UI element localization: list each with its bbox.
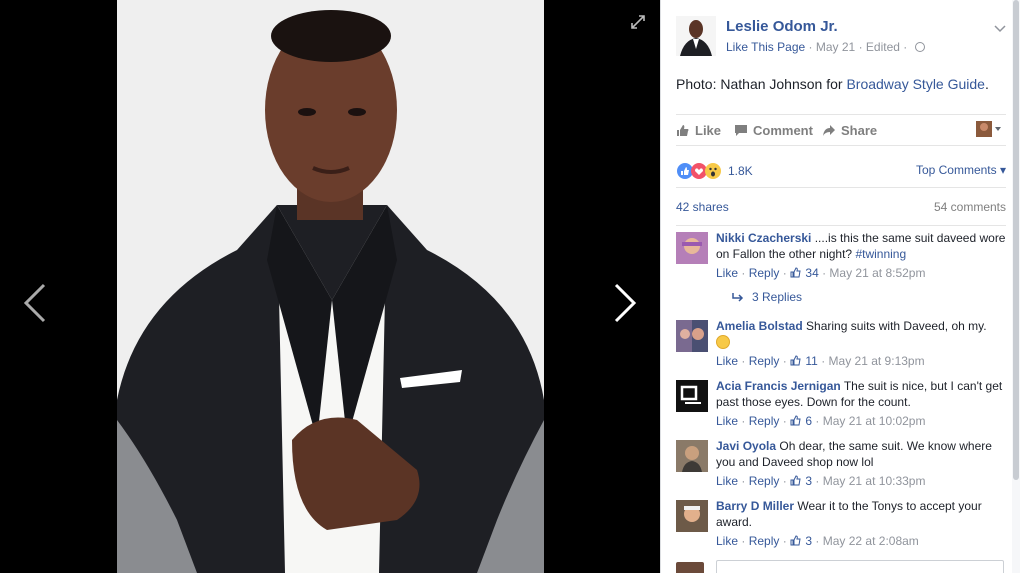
view-replies-link[interactable]: 3 Replies (732, 290, 802, 304)
comment-text: Nikki Czacherski ....is this the same su… (716, 231, 1006, 261)
comment-like-count[interactable]: 34 (805, 266, 818, 280)
thumbs-up-icon (790, 415, 801, 426)
comment-text: Amelia Bolstad Sharing suits with Daveed… (716, 318, 1006, 350)
commenter-avatar[interactable] (676, 232, 708, 264)
photo-viewer (0, 0, 660, 573)
reaction-icons[interactable] (676, 162, 728, 180)
comment-item: Amelia Bolstad Sharing suits with Daveed… (676, 318, 1006, 372)
comments-count[interactable]: 54 comments (934, 200, 1006, 214)
thumbs-up-icon (790, 355, 801, 366)
comment-like-link[interactable]: Like (716, 266, 738, 280)
comment-timestamp[interactable]: May 21 at 10:02pm (823, 414, 926, 428)
comment-actions: Like · Reply · 11 · May 21 at 9:13pm (716, 354, 925, 368)
fullscreen-expand-icon[interactable] (631, 15, 645, 29)
commenter-avatar[interactable] (676, 320, 708, 352)
comment-timestamp[interactable]: May 21 at 10:33pm (823, 474, 926, 488)
comment-actions: Like · Reply · 3 · May 21 at 10:33pm (716, 474, 926, 488)
thumbs-up-icon (677, 125, 689, 136)
post-caption: Photo: Nathan Johnson for Broadway Style… (676, 76, 989, 92)
comment-actions: Like · Reply · 34 · May 21 at 8:52pm (716, 266, 926, 280)
comment-like-link[interactable]: Like (716, 354, 738, 368)
comment-like-count[interactable]: 11 (805, 354, 817, 368)
comment-item: Javi Oyola Oh dear, the same suit. We kn… (676, 438, 1006, 492)
comment-author[interactable]: Barry D Miller (716, 499, 794, 513)
reply-arrow-icon (732, 293, 744, 302)
panel-scrollbar[interactable] (1012, 0, 1020, 573)
caption-link[interactable]: Broadway Style Guide (846, 76, 985, 92)
shares-comments-row: 42 shares 54 comments (676, 196, 1006, 226)
scrollbar-thumb[interactable] (1013, 0, 1019, 480)
like-button[interactable]: Like (676, 123, 721, 138)
heart-eyes-emoji-icon (716, 335, 730, 349)
comment-actions: Like · Reply · 6 · May 21 at 10:02pm (716, 414, 926, 428)
comment-reply-link[interactable]: Reply (749, 266, 780, 280)
top-comments-dropdown[interactable]: Top Comments ▾ (916, 163, 1006, 177)
commenter-avatar[interactable] (676, 500, 708, 532)
comment-like-count[interactable]: 6 (805, 414, 812, 428)
chevron-down-icon[interactable] (994, 20, 1006, 33)
shares-count[interactable]: 42 shares (676, 200, 729, 214)
commenter-avatar[interactable] (676, 380, 708, 412)
comment-item: Nikki Czacherski ....is this the same su… (676, 230, 1006, 304)
viewer-avatar (676, 562, 704, 573)
comment-like-link[interactable]: Like (716, 474, 738, 488)
comment-text: Acia Francis Jernigan The suit is nice, … (716, 379, 1003, 409)
comment-author[interactable]: Javi Oyola (716, 439, 776, 453)
comment-author[interactable]: Amelia Bolstad (716, 319, 803, 333)
edited-label[interactable]: Edited (866, 40, 900, 54)
wow-reaction-icon (705, 163, 721, 179)
reaction-count[interactable]: 1.8K (728, 164, 753, 178)
comment-actions: Like · Reply · 3 · May 22 at 2:08am (716, 534, 919, 548)
comment-text: Barry D Miller Wear it to the Tonys to a… (716, 499, 982, 529)
previous-photo-arrow-icon[interactable] (22, 283, 48, 323)
comment-reply-link[interactable]: Reply (749, 534, 780, 548)
like-page-link[interactable]: Like This Page (726, 40, 805, 54)
comment-author[interactable]: Acia Francis Jernigan (716, 379, 841, 393)
next-photo-arrow-icon[interactable] (612, 283, 638, 323)
comment-button[interactable]: Comment (734, 123, 813, 138)
post-actions-bar: Like Comment Share (676, 114, 1006, 146)
reactions-row: 1.8K Top Comments ▾ (676, 160, 1006, 188)
comment-like-link[interactable]: Like (716, 414, 738, 428)
comment-item: Acia Francis Jernigan The suit is nice, … (676, 378, 1006, 432)
post-photo[interactable] (117, 0, 544, 573)
commenter-avatar[interactable] (676, 440, 708, 472)
share-button[interactable]: Share (822, 123, 877, 138)
write-comment-input[interactable] (716, 560, 1004, 573)
post-date[interactable]: May 21 (816, 40, 855, 54)
thumbs-up-icon (790, 475, 801, 486)
comment-like-count[interactable]: 3 (805, 474, 812, 488)
comment-author[interactable]: Nikki Czacherski (716, 231, 811, 245)
thumbs-up-icon (790, 535, 801, 546)
comment-item: Barry D Miller Wear it to the Tonys to a… (676, 498, 1006, 552)
share-arrow-icon (823, 125, 835, 136)
post-header: Leslie Odom Jr. Like This Page · May 21 … (676, 14, 1006, 60)
page-name-link[interactable]: Leslie Odom Jr. (726, 18, 838, 35)
hashtag-link[interactable]: #twinning (855, 247, 906, 261)
globe-icon (914, 42, 925, 52)
caret-down-icon (995, 127, 1001, 131)
comment-icon (735, 125, 747, 136)
post-side-panel: Leslie Odom Jr. Like This Page · May 21 … (660, 0, 1020, 573)
comment-like-count[interactable]: 3 (805, 534, 812, 548)
comment-timestamp[interactable]: May 22 at 2:08am (823, 534, 919, 548)
comment-timestamp[interactable]: May 21 at 9:13pm (829, 354, 925, 368)
comment-reply-link[interactable]: Reply (749, 474, 780, 488)
thumbs-up-icon (790, 267, 801, 278)
comment-composer (676, 560, 1006, 573)
page-avatar[interactable] (676, 16, 716, 56)
comment-reply-link[interactable]: Reply (749, 354, 780, 368)
portrait-illustration (117, 0, 544, 573)
comment-reply-link[interactable]: Reply (749, 414, 780, 428)
post-meta: Like This Page · May 21 · Edited · (726, 40, 925, 54)
post-as-selector[interactable] (976, 121, 1002, 137)
comment-text: Javi Oyola Oh dear, the same suit. We kn… (716, 439, 992, 469)
comment-timestamp[interactable]: May 21 at 8:52pm (829, 266, 925, 280)
comment-like-link[interactable]: Like (716, 534, 738, 548)
